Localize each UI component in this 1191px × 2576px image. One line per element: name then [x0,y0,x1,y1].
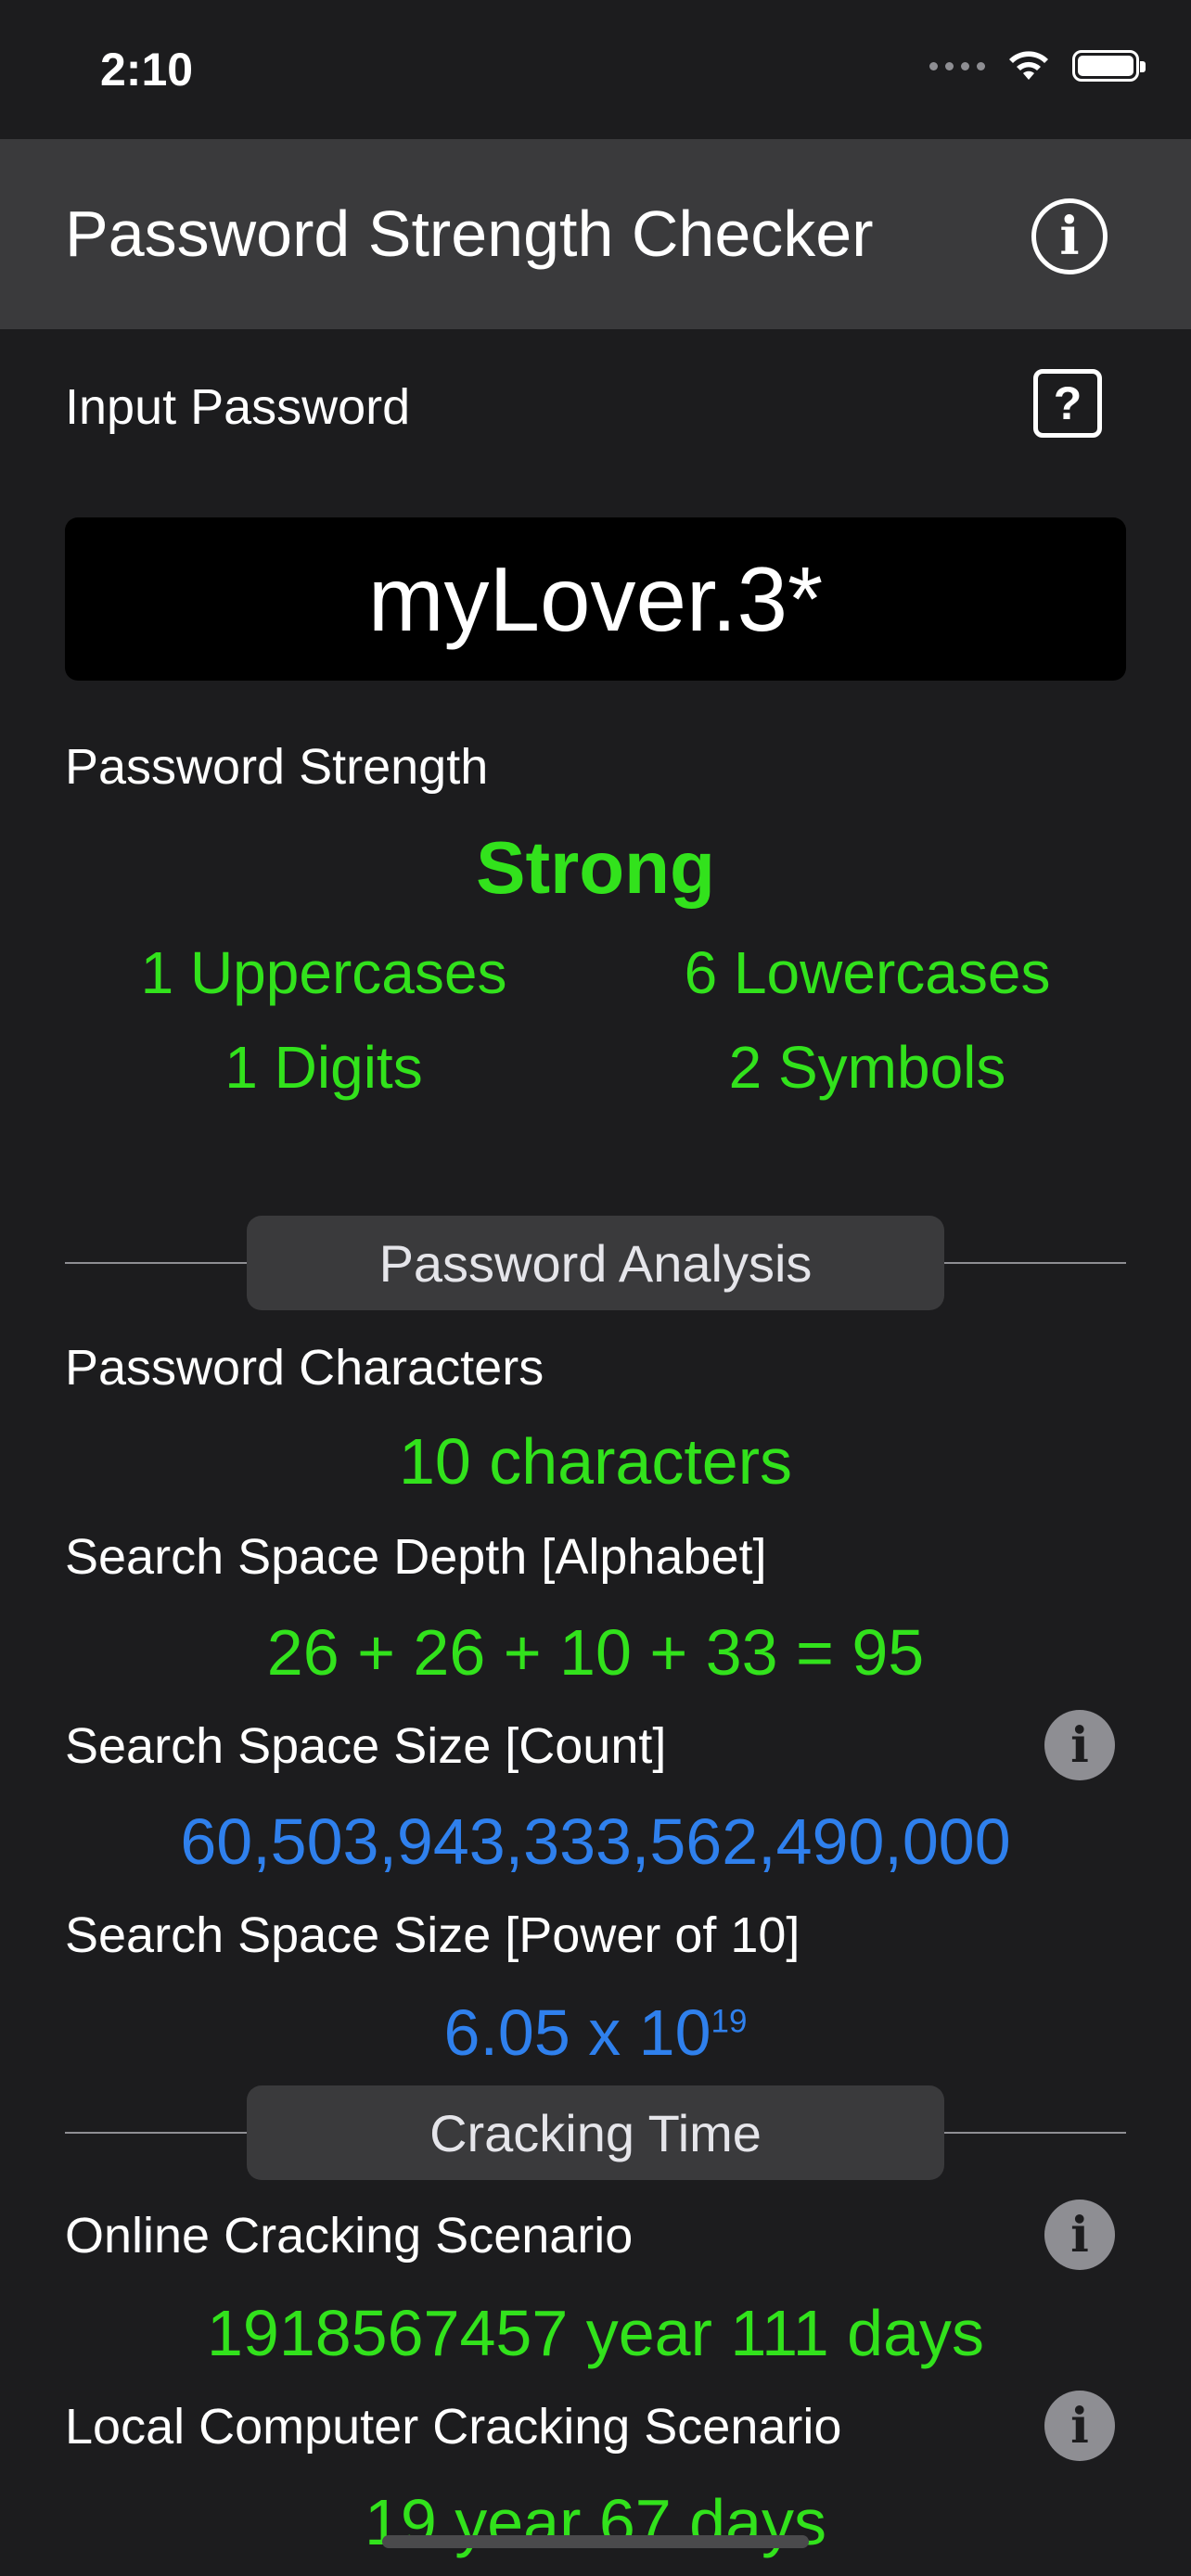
status-icons [929,48,1146,83]
cellular-signal-icon [929,61,985,70]
password-input[interactable]: myLover.3* [65,517,1126,681]
local-scenario-value: 19 year 67 days [364,2486,827,2558]
info-circle-icon[interactable]: i [1031,198,1108,274]
cracking-time-header: Cracking Time [247,2085,944,2180]
count-info-icon[interactable]: i [1044,1710,1115,1780]
local-scenario-label: Local Computer Cracking Scenario [65,2399,842,2455]
power-mantissa: 6.05 x 10 [443,1996,711,2069]
password-analysis-header: Password Analysis [247,1216,944,1310]
online-scenario-value: 1918567457 year 111 days [206,2297,985,2369]
search-depth-label: Search Space Depth [Alphabet] [65,1529,767,1585]
online-scenario-label: Online Cracking Scenario [65,2208,634,2264]
search-count-label: Search Space Size [Count] [65,1718,667,1774]
status-bar: 2:10 [0,0,1191,139]
symbol-count: 2 Symbols [728,1034,1006,1101]
input-password-label: Input Password [65,379,411,435]
online-info-icon[interactable]: i [1044,2200,1115,2270]
battery-icon [1072,50,1146,82]
navigation-bar: Password Strength Checker [0,139,1191,329]
page-title: Password Strength Checker [65,198,874,270]
power-exponent: 19 [711,2003,748,2040]
digit-count: 1 Digits [224,1034,423,1101]
help-question-icon[interactable]: ? [1033,369,1102,438]
lowercase-count: 6 Lowercases [684,939,1051,1006]
search-power-value: 6.05 x 1019 [0,1996,1191,2070]
uppercase-count: 1 Uppercases [140,939,507,1006]
search-depth-value: 26 + 26 + 10 + 33 = 95 [266,1616,925,1689]
password-strength-label: Password Strength [65,739,489,795]
password-characters-label: Password Characters [65,1340,544,1396]
password-characters-value: 10 characters [398,1425,793,1498]
search-power-label: Search Space Size [Power of 10] [65,1907,800,1963]
status-time: 2:10 [100,44,194,96]
home-indicator[interactable] [382,2535,809,2548]
wifi-icon [1009,51,1048,80]
search-count-value: 60,503,943,333,562,490,000 [180,1805,1011,1878]
local-info-icon[interactable]: i [1044,2391,1115,2461]
strength-rating: Strong [476,826,715,909]
